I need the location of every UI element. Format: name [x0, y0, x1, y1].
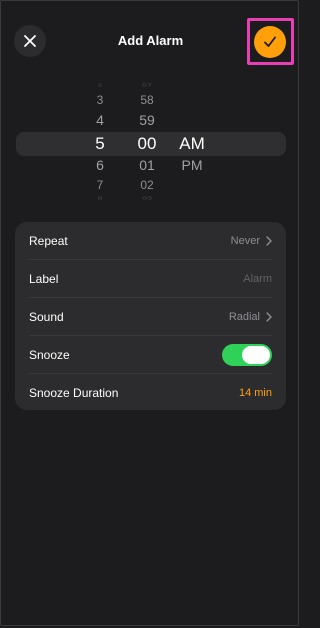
- meridiem-option: PM: [181, 157, 203, 173]
- meridiem-option-selected: AM: [179, 134, 205, 153]
- hour-option: 7: [96, 178, 104, 192]
- snooze-duration-row[interactable]: Snooze Duration 14 min: [15, 374, 286, 411]
- confirm-button[interactable]: [254, 26, 286, 58]
- snooze-label: Snooze: [29, 347, 70, 362]
- chevron-right-icon: [266, 311, 272, 322]
- minute-option: 02: [140, 178, 154, 192]
- snooze-duration-value: 14 min: [238, 386, 272, 399]
- label-label: Label: [29, 271, 59, 286]
- snooze-duration-label: Snooze Duration: [29, 385, 119, 400]
- minute-option-selected: 00: [137, 134, 157, 153]
- toggle-knob: [242, 345, 270, 364]
- label-row[interactable]: Label Alarm: [15, 260, 286, 297]
- hour-option: 2: [97, 82, 103, 88]
- minute-option: 03: [141, 195, 152, 201]
- hour-option: 6: [96, 157, 104, 173]
- minute-option: 59: [139, 112, 155, 128]
- snooze-row: Snooze: [15, 336, 286, 373]
- minute-option: 58: [140, 93, 154, 107]
- minute-option: 57: [141, 82, 152, 88]
- chevron-right-icon: [266, 235, 272, 246]
- minute-option: 01: [139, 157, 155, 173]
- hour-option: 8: [97, 195, 103, 201]
- repeat-value-text: Never: [230, 234, 260, 247]
- hour-option: 4: [96, 112, 104, 128]
- hour-option: 3: [96, 93, 104, 107]
- sound-value: Radial: [229, 311, 272, 323]
- sound-value-text: Radial: [228, 310, 260, 323]
- snooze-toggle[interactable]: [222, 343, 272, 366]
- repeat-row[interactable]: Repeat Never: [15, 222, 286, 259]
- repeat-label: Repeat: [29, 233, 68, 248]
- hour-option-selected: 5: [95, 134, 105, 153]
- sound-row[interactable]: Sound Radial: [15, 298, 286, 335]
- label-input[interactable]: Alarm: [243, 273, 272, 285]
- checkmark-icon: [264, 36, 276, 47]
- alarm-settings-card: Repeat Never Label Alarm Sound Radial Sn…: [15, 222, 286, 410]
- sound-label: Sound: [29, 309, 64, 324]
- repeat-value: Never: [231, 235, 272, 247]
